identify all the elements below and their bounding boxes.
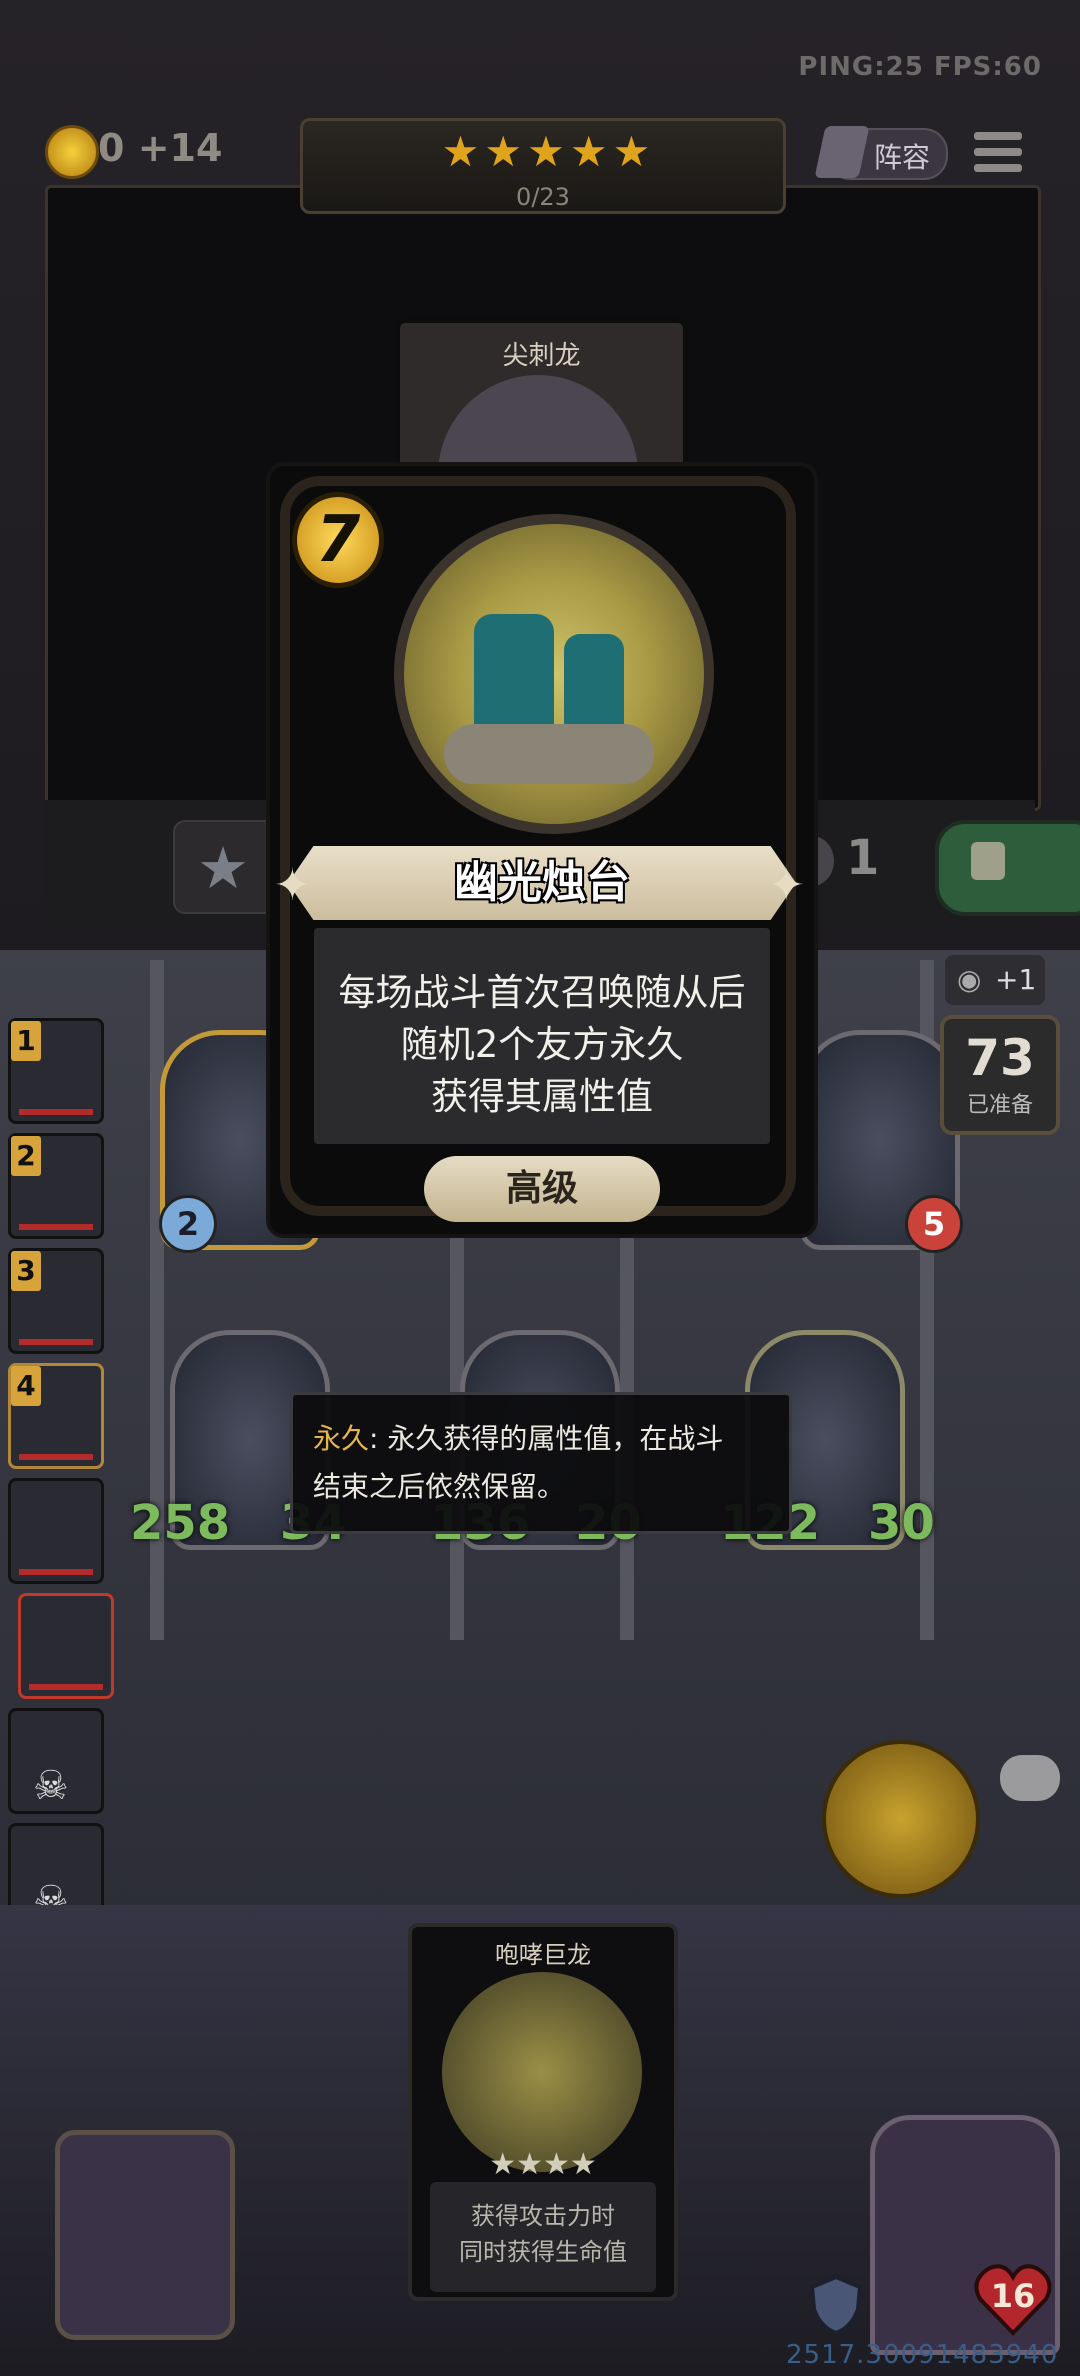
star-upgrade-icon: ★ — [197, 834, 249, 902]
keyword-tip-line: 结束之后依然保留。 — [313, 1470, 566, 1503]
gold-income: +14 — [137, 126, 223, 170]
hand-card-description: 获得攻击力时 同时获得生命值 — [430, 2182, 656, 2292]
chat-bubble-icon[interactable] — [1000, 1755, 1060, 1801]
keyword-tip-line: 永久: 永久获得的属性值，在战斗 — [313, 1417, 723, 1457]
player-health-bar — [19, 1569, 93, 1575]
card-name-banner: 幽光烛台 — [288, 846, 796, 920]
player-rank: 1 — [11, 1021, 41, 1061]
candle-icon — [564, 634, 624, 734]
freeze-shop-button[interactable] — [935, 820, 1080, 916]
sparkle-icon: ✦ — [768, 860, 805, 911]
minion-attack-badge: 2 — [159, 1195, 217, 1253]
ready-count: 73 — [965, 1029, 1035, 1087]
ping-fps-readout: PING:25 FPS:60 — [798, 52, 1042, 82]
card-detail-popup[interactable]: 7 幽光烛台 ✦ ✦ 每场战斗首次召唤随从后 随机2个友方永久 获得其属性值 高… — [266, 462, 818, 1238]
debug-coordinates: 2517.30091483940 — [786, 2340, 1059, 2370]
lineup-button[interactable]: 阵容 — [814, 126, 948, 180]
minion-health-badge: 5 — [905, 1195, 963, 1253]
shield-icon — [808, 2274, 864, 2336]
eye-icon: ◉ — [957, 963, 982, 996]
keyword-tooltip: 永久: 永久获得的属性值，在战斗 结束之后依然保留。 — [290, 1392, 792, 1534]
menu-icon[interactable] — [974, 128, 1022, 176]
card-cost: 7 — [292, 492, 384, 588]
sparkle-icon: ✦ — [274, 860, 311, 911]
player-health-bar — [19, 1224, 93, 1230]
card-desc-line: 每场战斗首次召唤随从后 — [338, 971, 746, 1014]
card-tier-label: 高级 — [424, 1156, 660, 1222]
player-rank: 2 — [11, 1136, 41, 1176]
spectator-bonus: +1 — [995, 963, 1037, 996]
player-portrait[interactable]: 1 — [8, 1018, 104, 1124]
player-portrait[interactable]: 4 — [8, 1363, 104, 1469]
keyword-term: 永久 — [313, 1422, 370, 1455]
card-name: 幽光烛台 — [454, 857, 630, 908]
player-health-bar — [19, 1109, 93, 1115]
skull-icon: ☠ — [33, 1763, 69, 1809]
player-rank: 3 — [11, 1251, 41, 1291]
star-icon: ★ — [569, 127, 608, 176]
player-health-bar — [19, 1454, 93, 1460]
shop-card-name: 尖刺龙 — [502, 341, 581, 371]
card-portrait — [394, 514, 714, 834]
lock-icon — [971, 842, 1005, 880]
minion-attack: 258 — [130, 1495, 231, 1551]
player-health-bar — [29, 1684, 103, 1690]
ready-label: 已准备 — [966, 1093, 1033, 1118]
hero-health-badge: 16 — [974, 2263, 1052, 2337]
lineup-label: 阵容 — [874, 141, 931, 174]
star-icon: ★ — [612, 127, 651, 176]
tier-stars: ★ ★ ★ ★ ★ — [421, 127, 671, 176]
star-icon: ★ — [527, 127, 565, 176]
card-description: 每场战斗首次召唤随从后 随机2个友方永久 获得其属性值 — [314, 928, 770, 1144]
gold-value: 0 — [98, 126, 125, 170]
star-icon: ★ — [441, 127, 480, 176]
board-minion[interactable]: 5 — [800, 1030, 963, 1253]
hero-power-button[interactable] — [55, 2130, 235, 2340]
hand-card-portrait — [442, 1972, 642, 2172]
gold-counter: 0 +14 — [98, 126, 222, 170]
hand-card-stars: ★★★★ — [489, 2147, 597, 2182]
reroll-cost: 1 — [846, 830, 880, 886]
shop-minion-card[interactable]: 尖刺龙 — [395, 318, 688, 505]
card-desc-line: 随机2个友方永久 — [400, 1023, 684, 1066]
hero-health: 16 — [990, 2277, 1036, 2315]
bell-mascot-icon[interactable] — [822, 1740, 980, 1898]
card-desc-line: 获得其属性值 — [431, 1075, 653, 1118]
spectator-counter: ◉ +1 — [945, 955, 1045, 1005]
star-icon: ★ — [484, 127, 523, 176]
player-portrait[interactable]: 2 — [8, 1133, 104, 1239]
ready-counter: 73 已准备 — [940, 1015, 1060, 1135]
player-rank: 4 — [11, 1366, 41, 1406]
player-health-bar — [19, 1339, 93, 1345]
hand-desc-line: 同时获得生命值 — [459, 2238, 627, 2266]
hand-desc-line: 获得攻击力时 — [471, 2202, 615, 2230]
gold-coin-icon — [45, 125, 99, 179]
player-portrait-self[interactable] — [18, 1593, 114, 1699]
player-portrait[interactable] — [8, 1478, 104, 1584]
keyword-definition: : 永久获得的属性值，在战斗 — [369, 1422, 724, 1455]
minion-health: 30 — [868, 1495, 935, 1551]
tavern-tier-bar: ★ ★ ★ ★ ★ 0/23 — [300, 118, 786, 214]
candle-icon — [474, 614, 554, 734]
player-portrait[interactable]: 3 — [8, 1248, 104, 1354]
skull-base-icon — [444, 724, 654, 784]
hand-card[interactable]: 咆哮巨龙 ★★★★ 获得攻击力时 同时获得生命值 — [408, 1923, 678, 2301]
book-icon — [814, 126, 870, 178]
xp-progress: 0/23 — [516, 183, 570, 211]
hand-card-name: 咆哮巨龙 — [495, 1941, 591, 1969]
player-portrait-eliminated[interactable]: ☠ — [8, 1708, 104, 1814]
